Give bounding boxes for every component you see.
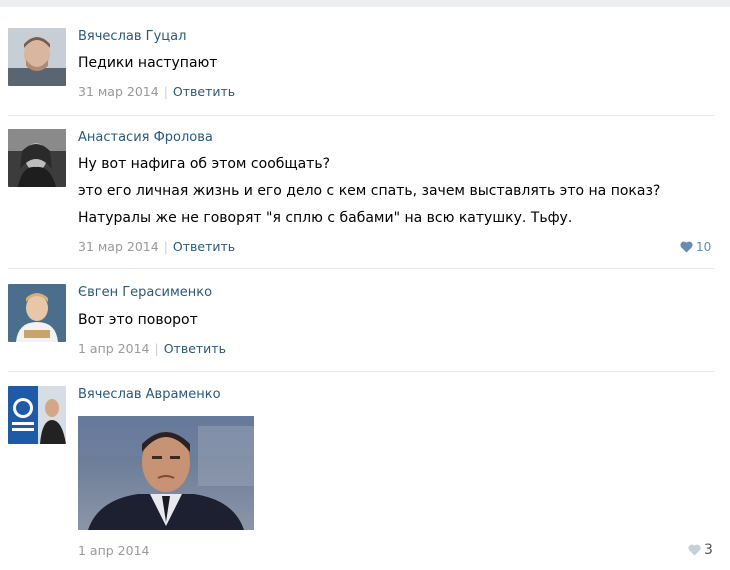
meta-separator: | [163,239,168,254]
comment-date[interactable]: 31 мар 2014 [78,239,159,254]
avatar[interactable] [8,386,66,444]
comment-meta: 1 апр 2014 | Ответить [78,341,226,356]
heart-icon [680,241,693,253]
comment-text: Ну вот нафига об этом сообщать? [78,156,330,172]
comment-author[interactable]: Вячеслав Гуцал [78,29,186,44]
comment-text: Педики наступают [78,55,218,71]
like-count: 10 [696,240,712,254]
top-bar [0,0,730,7]
like-button[interactable]: 3 [688,542,713,558]
like-count: 3 [704,542,713,558]
comment-date[interactable]: 31 мар 2014 [78,84,159,99]
reply-link[interactable]: Ответить [173,239,235,254]
heart-icon [688,544,701,556]
comment-author[interactable]: Євген Герасименко [78,285,212,300]
meta-separator: | [154,341,159,356]
comment-divider [8,371,714,372]
comment-text: Натуралы же не говорят "я сплю с бабами"… [78,210,573,226]
attached-photo[interactable] [78,416,254,530]
reply-link[interactable]: Ответить [164,341,226,356]
comment-date[interactable]: 1 апр 2014 [78,341,149,356]
avatar[interactable] [8,284,66,342]
reply-link[interactable]: Ответить [173,84,235,99]
meta-separator: | [163,84,168,99]
comment-date[interactable]: 1 апр 2014 [78,543,149,558]
comment-divider [8,268,714,269]
comment-author[interactable]: Анастасия Фролова [78,130,213,145]
comment-meta: 1 апр 2014 [78,543,149,558]
comment-text: Вот это поворот [78,312,198,328]
comment-meta: 31 мар 2014 | Ответить [78,84,235,99]
comment-meta: 31 мар 2014 | Ответить [78,239,235,254]
like-button[interactable]: 10 [680,240,711,254]
avatar[interactable] [8,28,66,86]
comment-divider [8,115,714,116]
comment-text: это его личная жизнь и его дело с кем сп… [78,183,661,199]
avatar[interactable] [8,129,66,187]
comment-author[interactable]: Вячеслав Авраменко [78,387,221,402]
